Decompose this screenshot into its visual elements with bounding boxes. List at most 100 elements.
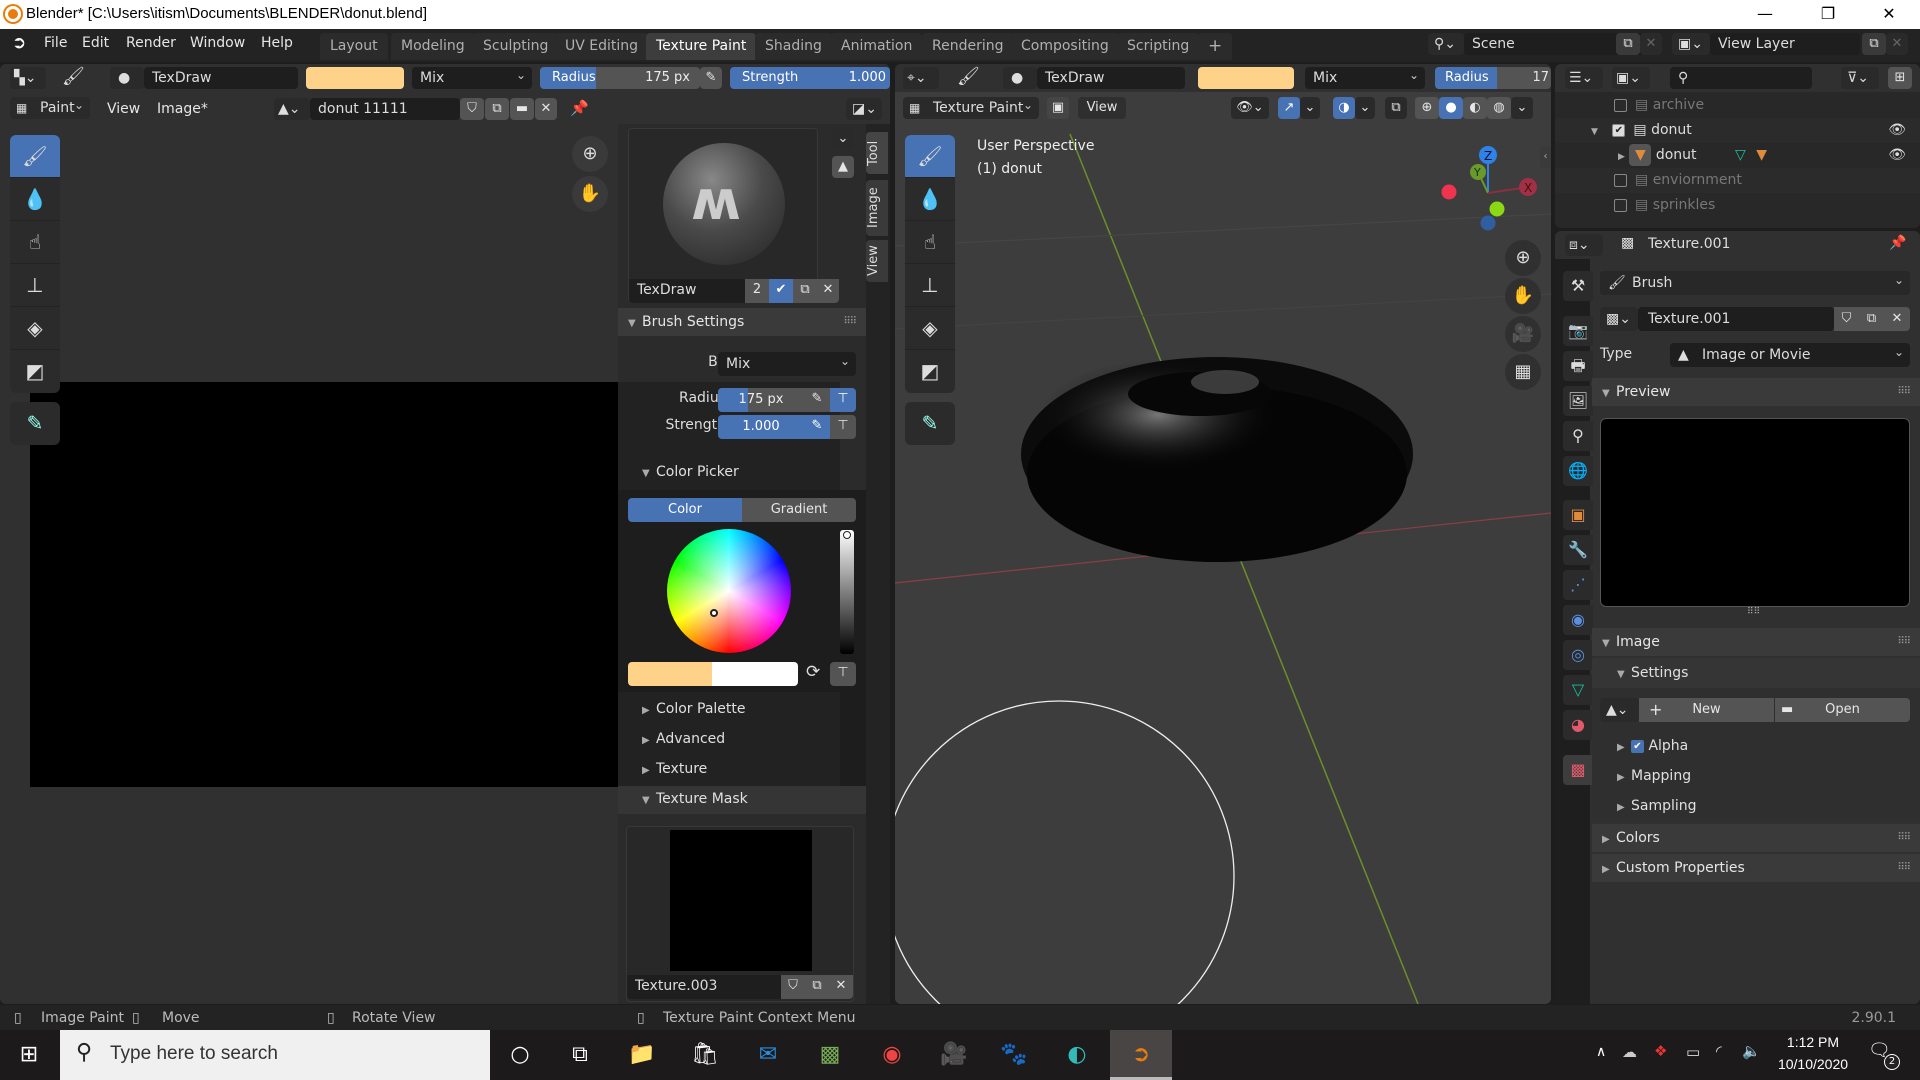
new-collection-icon[interactable]: ⊞ [1888, 67, 1912, 89]
view-layer-field[interactable]: View Layer [1710, 33, 1860, 55]
texture-unlink-icon[interactable]: ✕ [1884, 307, 1910, 331]
color-picker-header[interactable]: ▼ Color Picker [642, 457, 739, 487]
custom-properties-header[interactable]: ▶ Custom Properties ⠿⠿ [1592, 854, 1920, 882]
value-slider[interactable] [840, 530, 854, 654]
display-mode-icon[interactable]: ▣⌄ [1612, 67, 1650, 89]
shading-solid-icon[interactable]: ● [1439, 97, 1463, 119]
viewport-mode-dropdown[interactable]: Texture Paint ▦ [903, 94, 1039, 119]
texture-name-field[interactable]: Texture.001 [1638, 307, 1834, 331]
annotate-tool-icon[interactable]: ✎ [10, 402, 60, 445]
overlay-toggle-icon[interactable]: ◑ [1333, 97, 1355, 119]
shading-material-icon[interactable]: ◐ [1463, 97, 1487, 119]
viewport-smear-tool-icon[interactable]: ☝ [905, 221, 955, 264]
menu-help[interactable]: Help [261, 35, 293, 51]
viewport-pan-icon[interactable]: ✋ [1505, 278, 1541, 314]
tab-scripting[interactable]: Scripting [1117, 33, 1200, 60]
viewport-clone-tool-icon[interactable]: ⊥ [905, 264, 955, 307]
wifi-icon[interactable]: ◜ [1716, 1042, 1722, 1060]
constraints-properties-tab-icon[interactable]: ◎ [1563, 640, 1593, 670]
open-image-folder-icon[interactable]: ▬ [510, 98, 534, 120]
tab-uv-editing[interactable]: UV Editing [555, 33, 649, 60]
texture-mask-preview[interactable]: Texture.003 ⛉ ⧉ ✕ [626, 826, 854, 1002]
unlink-brush-icon[interactable]: ✕ [817, 279, 839, 303]
world-properties-tab-icon[interactable]: 🌐 [1563, 456, 1593, 486]
texture-properties-tab-icon[interactable]: ▩ [1563, 755, 1593, 785]
menu-view[interactable]: View [107, 101, 140, 117]
tab-view[interactable]: View [866, 240, 888, 282]
tool-properties-tab-icon[interactable]: ⚒ [1563, 271, 1593, 301]
color-tab[interactable]: Color [628, 498, 742, 522]
viewport-blend-dropdown[interactable]: Mix [1305, 64, 1425, 89]
brush-preview[interactable]: ʍ TexDraw 2 ✔ ⧉ ✕ [628, 128, 839, 303]
brush-settings-header[interactable]: ▼ Brush Settings ⠿⠿ [618, 308, 866, 336]
outliner-item-donut-collection[interactable]: ▼ ✔ ▤ donut 👁 [1555, 118, 1920, 143]
visibility-dropdown-icon[interactable]: 👁⌄ [1231, 97, 1269, 119]
texture-fake-user-icon[interactable]: ⛉ [1834, 307, 1859, 331]
strength-slider[interactable]: Strength 1.000 [730, 67, 890, 89]
tab-texture-paint[interactable]: Texture Paint [646, 33, 757, 60]
particles-properties-tab-icon[interactable]: ⋰ [1563, 570, 1593, 600]
zoom-view-icon[interactable]: ⊕ [572, 136, 608, 172]
image-name-field[interactable]: donut 11111 [310, 98, 460, 120]
settings-subpanel-header[interactable]: ▼ Settings [1617, 658, 1688, 688]
add-workspace-button[interactable]: + [1198, 33, 1233, 60]
blend-dropdown[interactable]: Mix [718, 349, 856, 376]
maximize-button[interactable]: ❐ [1805, 0, 1851, 29]
tab-rendering[interactable]: Rendering [922, 33, 1014, 60]
dropbox-icon[interactable]: ❖ [1654, 1042, 1667, 1060]
radius-pressure-icon[interactable]: ✎ [700, 67, 722, 89]
brush-image-icon[interactable]: ▲ [832, 156, 854, 178]
unlink-image-icon[interactable]: ✕ [535, 98, 557, 120]
tab-animation[interactable]: Animation [831, 33, 923, 60]
file-explorer-icon[interactable]: 📁 [615, 1030, 669, 1080]
viewport-color-swatch[interactable] [1198, 67, 1294, 89]
mapping-subpanel[interactable]: ▶ Mapping [1617, 761, 1691, 791]
sidebar-toggle-icon[interactable]: ‹ [1540, 146, 1551, 168]
xray-toggle-icon[interactable]: ⧉ [1385, 97, 1407, 119]
viewport-soften-tool-icon[interactable]: 💧 [905, 178, 955, 221]
texture-header[interactable]: ▶ Texture [642, 754, 707, 784]
microsoft-store-icon[interactable]: 🛍 [678, 1030, 732, 1080]
overlay-dropdown[interactable]: ⌄ [1355, 97, 1375, 119]
brush-datablock-name[interactable]: TexDraw [629, 279, 745, 303]
new-image-button[interactable]: + New [1639, 698, 1774, 722]
minecraft-icon[interactable]: ▩ [803, 1030, 857, 1080]
open-image-button[interactable]: ▬ Open [1775, 698, 1910, 722]
outliner-item-archive[interactable]: ▤ archive [1555, 93, 1920, 118]
texture-context-dropdown[interactable]: 🖌 Brush [1600, 268, 1910, 295]
tab-sculpting[interactable]: Sculpting [473, 33, 559, 60]
edge-icon[interactable]: ◐ [1050, 1030, 1104, 1080]
visibility-eye-icon[interactable]: 👁 [1888, 118, 1906, 143]
task-view-icon[interactable]: ⧉ [553, 1030, 607, 1080]
strength-pressure-icon[interactable]: ✎ [804, 415, 830, 439]
view-layer-icon[interactable]: ▣⌄ [1672, 33, 1710, 55]
secondary-color-field[interactable] [712, 662, 798, 686]
new-view-layer-icon[interactable]: ⧉ [1862, 33, 1886, 55]
close-window-button[interactable]: ✕ [1866, 0, 1912, 29]
texture-type-dropdown[interactable]: ▲ Image or Movie [1670, 340, 1910, 367]
draw-tool-icon[interactable]: 🖌 [10, 135, 60, 178]
texture-duplicate-icon[interactable]: ⧉ [1859, 307, 1884, 331]
pin-icon[interactable]: 📌 [570, 99, 589, 117]
radius-unified-icon[interactable]: ⊤ [830, 388, 856, 412]
shading-wireframe-icon[interactable]: ⊕ [1415, 97, 1439, 119]
zoom-app-icon[interactable]: 🎥 [927, 1030, 981, 1080]
image-browse-dropdown[interactable]: ▲⌄ [1600, 698, 1639, 722]
render-properties-tab-icon[interactable]: 📷 [1563, 316, 1593, 346]
delete-view-layer-icon[interactable]: ✕ [1886, 33, 1908, 55]
editor-type-icon[interactable]: ▚⌄ [10, 67, 46, 89]
physics-properties-tab-icon[interactable]: ◉ [1563, 605, 1593, 635]
pan-view-icon[interactable]: ✋ [572, 176, 608, 212]
tab-modeling[interactable]: Modeling [391, 33, 475, 60]
viewport-editor-type-icon[interactable]: ⌖⌄ [903, 67, 939, 89]
advanced-header[interactable]: ▶ Advanced [642, 724, 725, 754]
outliner-item-sprinkles[interactable]: ▤ sprinkles [1555, 193, 1920, 218]
clone-tool-icon[interactable]: ⊥ [10, 264, 60, 307]
mask-tool-icon[interactable]: ◩ [10, 350, 60, 393]
menu-window[interactable]: Window [190, 35, 245, 51]
gimp-icon[interactable]: 🐾 [987, 1030, 1041, 1080]
filter-icon[interactable]: ⊽⌄ [1841, 67, 1879, 89]
scene-properties-tab-icon[interactable]: ⚲ [1563, 421, 1593, 451]
clock-date[interactable]: 10/10/2020 [1772, 1056, 1854, 1072]
fill-tool-icon[interactable]: ◈ [10, 307, 60, 350]
